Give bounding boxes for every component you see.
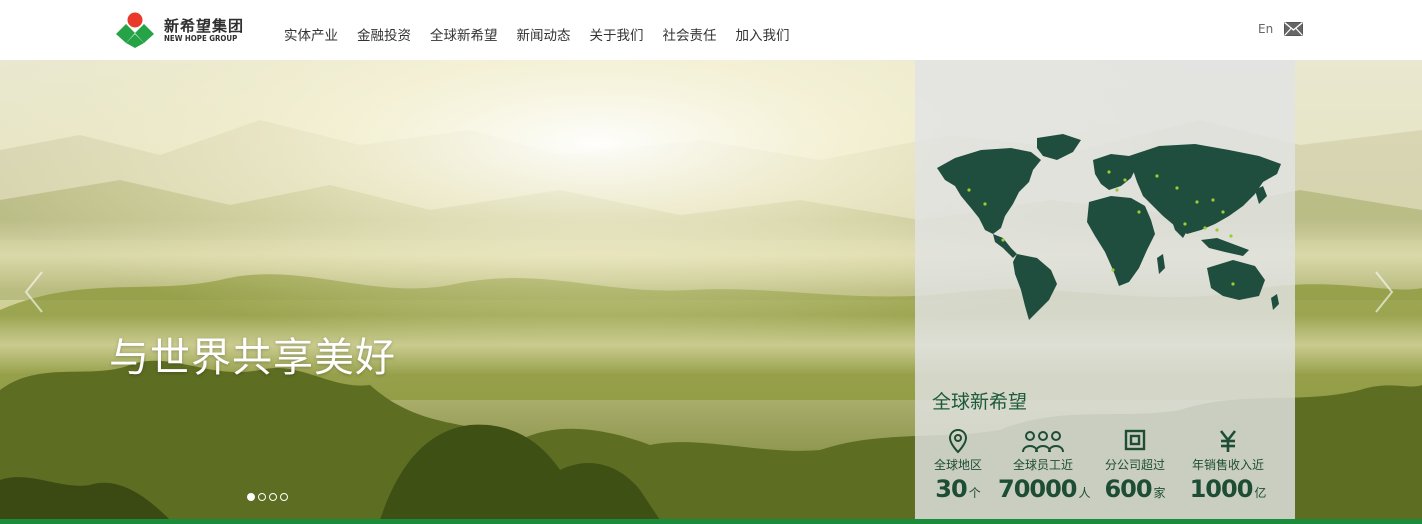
logo-text-cn: 新希望集团 [164,17,245,35]
hero-banner: 与世界共享美好 全球新希望 全球地区 30 个 全球员工近 70000 人 分公… [0,60,1422,520]
stat-employees: 全球员工近 70000 人 [998,428,1091,503]
site-header: 新希望集团 NEW HOPE GROUP 实体产业 金融投资 全球新希望 新闻动… [0,0,1422,60]
world-map-icon [937,134,1281,320]
stat-value: 30 [935,475,967,503]
logo-icon [116,12,154,48]
panel-title: 全球新希望 [932,391,1028,413]
nav-item-careers[interactable]: 加入我们 [736,24,790,44]
nav-item-global[interactable]: 全球新希望 [430,24,498,44]
hero-slogan: 与世界共享美好 [109,335,396,381]
nav-item-industry[interactable]: 实体产业 [284,24,338,44]
stat-label: 分公司超过 [1104,458,1165,472]
mail-icon[interactable] [1284,22,1303,36]
stat-value: 70000 [998,475,1077,503]
stat-label: 全球地区 [933,458,982,472]
slide-dot-2[interactable] [258,493,266,501]
main-nav: 实体产业 金融投资 全球新希望 新闻动态 关于我们 社会责任 加入我们 [284,24,790,44]
stat-label: 年销售收入近 [1191,458,1264,472]
stat-label: 全球员工近 [1012,458,1073,472]
stat-revenue: 年销售收入近 1000 亿 [1183,428,1273,503]
slide-dot-1[interactable] [247,493,255,501]
nav-item-responsibility[interactable]: 社会责任 [663,24,717,44]
nav-item-news[interactable]: 新闻动态 [517,24,571,44]
chevron-right-icon[interactable] [1372,270,1396,314]
stat-unit: 个 [968,486,981,500]
logo[interactable]: 新希望集团 NEW HOPE GROUP [114,12,244,48]
people-icon [1022,431,1064,453]
logo-text-en: NEW HOPE GROUP [164,34,238,43]
stat-branches: 分公司超过 600 家 [1090,428,1180,503]
stat-unit: 亿 [1254,486,1267,500]
stat-unit: 家 [1153,486,1166,500]
slide-dot-3[interactable] [269,493,277,501]
office-icon [1124,429,1146,451]
stat-value: 600 [1104,475,1152,503]
slide-dot-4[interactable] [280,493,288,501]
language-switch[interactable]: En [1258,22,1273,36]
stat-unit: 人 [1078,486,1091,500]
global-panel: 全球新希望 全球地区 30 个 全球员工近 70000 人 分公司超过 600 … [915,60,1295,520]
location-pin-icon [948,428,968,454]
stat-regions: 全球地区 30 个 [913,428,1003,503]
yuan-icon [1219,430,1237,452]
bottom-accent-bar [0,519,1422,524]
slide-indicators [247,493,288,501]
chevron-left-icon[interactable] [22,270,46,314]
nav-item-about[interactable]: 关于我们 [590,24,644,44]
stat-value: 1000 [1189,475,1254,503]
nav-item-finance[interactable]: 金融投资 [357,24,411,44]
